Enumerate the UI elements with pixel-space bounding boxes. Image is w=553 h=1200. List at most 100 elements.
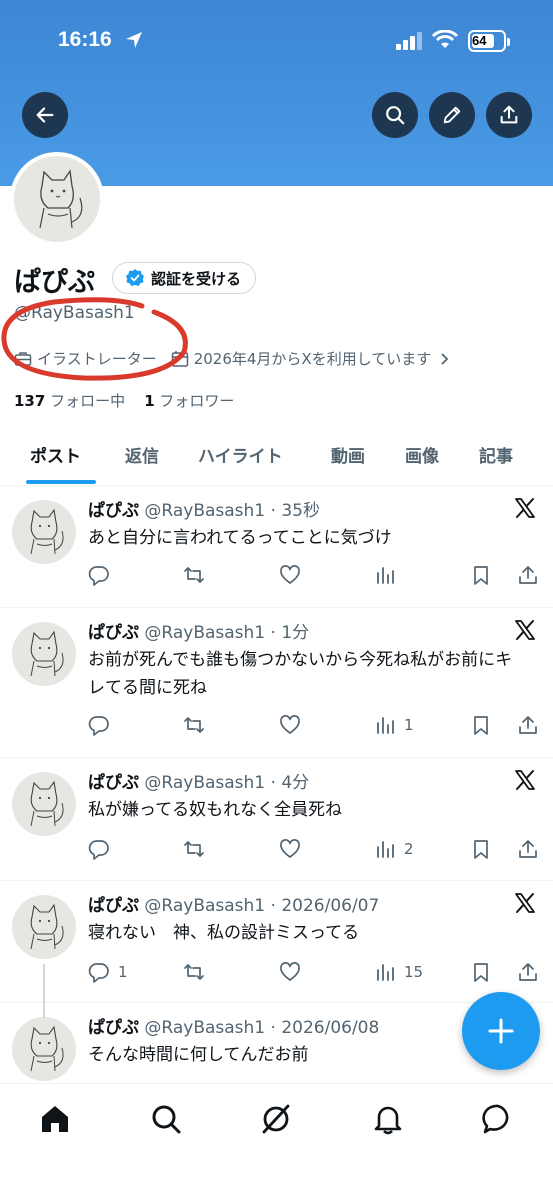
chevron-right-icon (441, 352, 449, 365)
views-button[interactable]: 15 (374, 961, 423, 983)
post-avatar[interactable] (12, 895, 76, 959)
repost-button[interactable] (183, 838, 205, 860)
verified-badge-icon (126, 269, 144, 286)
tab-posts[interactable]: ポスト (30, 442, 81, 467)
tab-highlights[interactable]: ハイライト (198, 442, 283, 467)
bottom-navigation (0, 1083, 553, 1200)
active-tab-indicator (26, 480, 96, 484)
post-actions: 2 (88, 838, 548, 866)
views-count: 15 (404, 963, 424, 981)
nav-grok[interactable] (259, 1102, 293, 1136)
chat-bubble-icon (482, 1104, 509, 1134)
heart-icon (279, 714, 301, 736)
reply-button[interactable]: 1 (88, 961, 128, 983)
like-button[interactable] (279, 714, 301, 736)
repost-button[interactable] (183, 961, 205, 983)
repost-button[interactable] (183, 714, 205, 736)
repost-icon (183, 961, 205, 983)
tab-articles[interactable]: 記事 (479, 442, 513, 467)
profile-name: ぱぴぷ (14, 267, 95, 298)
views-count: 2 (404, 840, 414, 858)
bookmark-button[interactable] (470, 564, 492, 586)
nav-messages[interactable] (481, 1102, 515, 1136)
back-button[interactable] (22, 92, 68, 138)
views-button[interactable]: 2 (374, 838, 414, 860)
tab-replies[interactable]: 返信 (125, 442, 159, 467)
share-post-button[interactable] (517, 714, 539, 736)
share-button[interactable] (486, 92, 532, 138)
nav-notifications[interactable] (371, 1102, 405, 1136)
post-header: ぱぴぷ @RayBasash1 · 2026/06/07 (88, 891, 379, 916)
post-avatar[interactable] (12, 772, 76, 836)
views-icon (374, 564, 396, 586)
share-post-button[interactable] (517, 838, 539, 860)
joined-date-item[interactable]: 2026年4月からXを利用しています (171, 348, 452, 369)
arrow-left-icon (36, 107, 54, 123)
bell-icon (374, 1106, 402, 1135)
profession-item[interactable]: イラストレーター (14, 348, 157, 369)
post-author-name: ぱぴぷ (88, 896, 139, 916)
views-button[interactable]: 1 (374, 714, 414, 736)
compose-post-button[interactable] (462, 992, 540, 1070)
post-author-name: ぱぴぷ (88, 623, 139, 643)
post-actions: 1 (88, 714, 548, 742)
get-verified-label: 認証を受ける (151, 269, 242, 288)
like-button[interactable] (279, 838, 301, 860)
search-button[interactable] (372, 92, 418, 138)
post-item[interactable]: ぱぴぷ @RayBasash1 · 2026/06/07 寝れない 神、私の設計ミ… (0, 881, 553, 1003)
home-icon (42, 1106, 68, 1132)
tab-videos[interactable]: 動画 (331, 442, 365, 467)
post-item[interactable]: ぱぴぷ @RayBasash1 · 1分 お前が死んでも誰も傷つかないから今死ね私… (0, 608, 553, 758)
views-button[interactable] (374, 564, 404, 586)
share-post-button[interactable] (517, 961, 539, 983)
cat-drawing-icon (39, 169, 83, 229)
bookmark-button[interactable] (470, 714, 492, 736)
like-button[interactable] (279, 564, 301, 586)
share-post-button[interactable] (517, 564, 539, 586)
tab-images[interactable]: 画像 (405, 442, 439, 467)
post-handle-time: @RayBasash1 · 35秒 (144, 501, 320, 521)
profile-handle: @RayBasash1 (14, 303, 135, 323)
reply-button[interactable] (88, 838, 118, 860)
battery-indicator: 64 (468, 30, 510, 52)
post-author-name: ぱぴぷ (88, 773, 139, 793)
heart-icon (279, 838, 301, 860)
search-icon (386, 106, 405, 125)
nav-search[interactable] (149, 1102, 183, 1136)
thread-connector-line (43, 964, 45, 1018)
following-link[interactable]: 137 フォロー中 (14, 392, 125, 410)
bookmark-button[interactable] (470, 961, 492, 983)
plus-icon (488, 1018, 514, 1044)
like-button[interactable] (279, 961, 301, 983)
post-handle-time: @RayBasash1 · 2026/06/07 (144, 896, 380, 916)
post-header: ぱぴぷ @RayBasash1 · 35秒 (88, 496, 320, 521)
followers-link[interactable]: 1 フォロワー (144, 392, 234, 410)
post-avatar[interactable] (12, 622, 76, 686)
profile-tabs: ポスト 返信 ハイライト 動画 画像 記事 (0, 430, 553, 486)
nav-home[interactable] (38, 1102, 72, 1136)
post-avatar[interactable] (12, 1017, 76, 1081)
post-text: 私が嫌ってる奴もれなく全員死ね (88, 800, 343, 820)
status-time: 16:16 (58, 28, 112, 51)
post-header: ぱぴぷ @RayBasash1 · 2026/06/08 (88, 1013, 379, 1038)
bookmark-button[interactable] (470, 838, 492, 860)
post-actions (88, 564, 548, 592)
x-logo-icon (513, 768, 537, 792)
grok-icon (262, 1104, 290, 1134)
briefcase-icon (14, 351, 32, 366)
repost-button[interactable] (183, 564, 205, 586)
post-header: ぱぴぷ @RayBasash1 · 1分 (88, 618, 309, 643)
x-logo-icon (513, 891, 537, 915)
get-verified-button[interactable]: 認証を受ける (112, 262, 257, 294)
profile-avatar[interactable] (10, 152, 104, 246)
post-avatar[interactable] (12, 500, 76, 564)
post-actions: 1 15 (88, 961, 548, 989)
bookmark-icon (470, 838, 492, 860)
x-logo-icon (513, 496, 537, 520)
post-item[interactable]: ぱぴぷ @RayBasash1 · 4分 私が嫌ってる奴もれなく全員死ね 2 (0, 758, 553, 881)
post-item[interactable]: ぱぴぷ @RayBasash1 · 35秒 あと自分に言われてるってことに気づけ (0, 486, 553, 608)
follow-stats: 137 フォロー中 1 フォロワー (14, 390, 234, 411)
reply-button[interactable] (88, 564, 118, 586)
reply-button[interactable] (88, 714, 118, 736)
edit-button[interactable] (429, 92, 475, 138)
